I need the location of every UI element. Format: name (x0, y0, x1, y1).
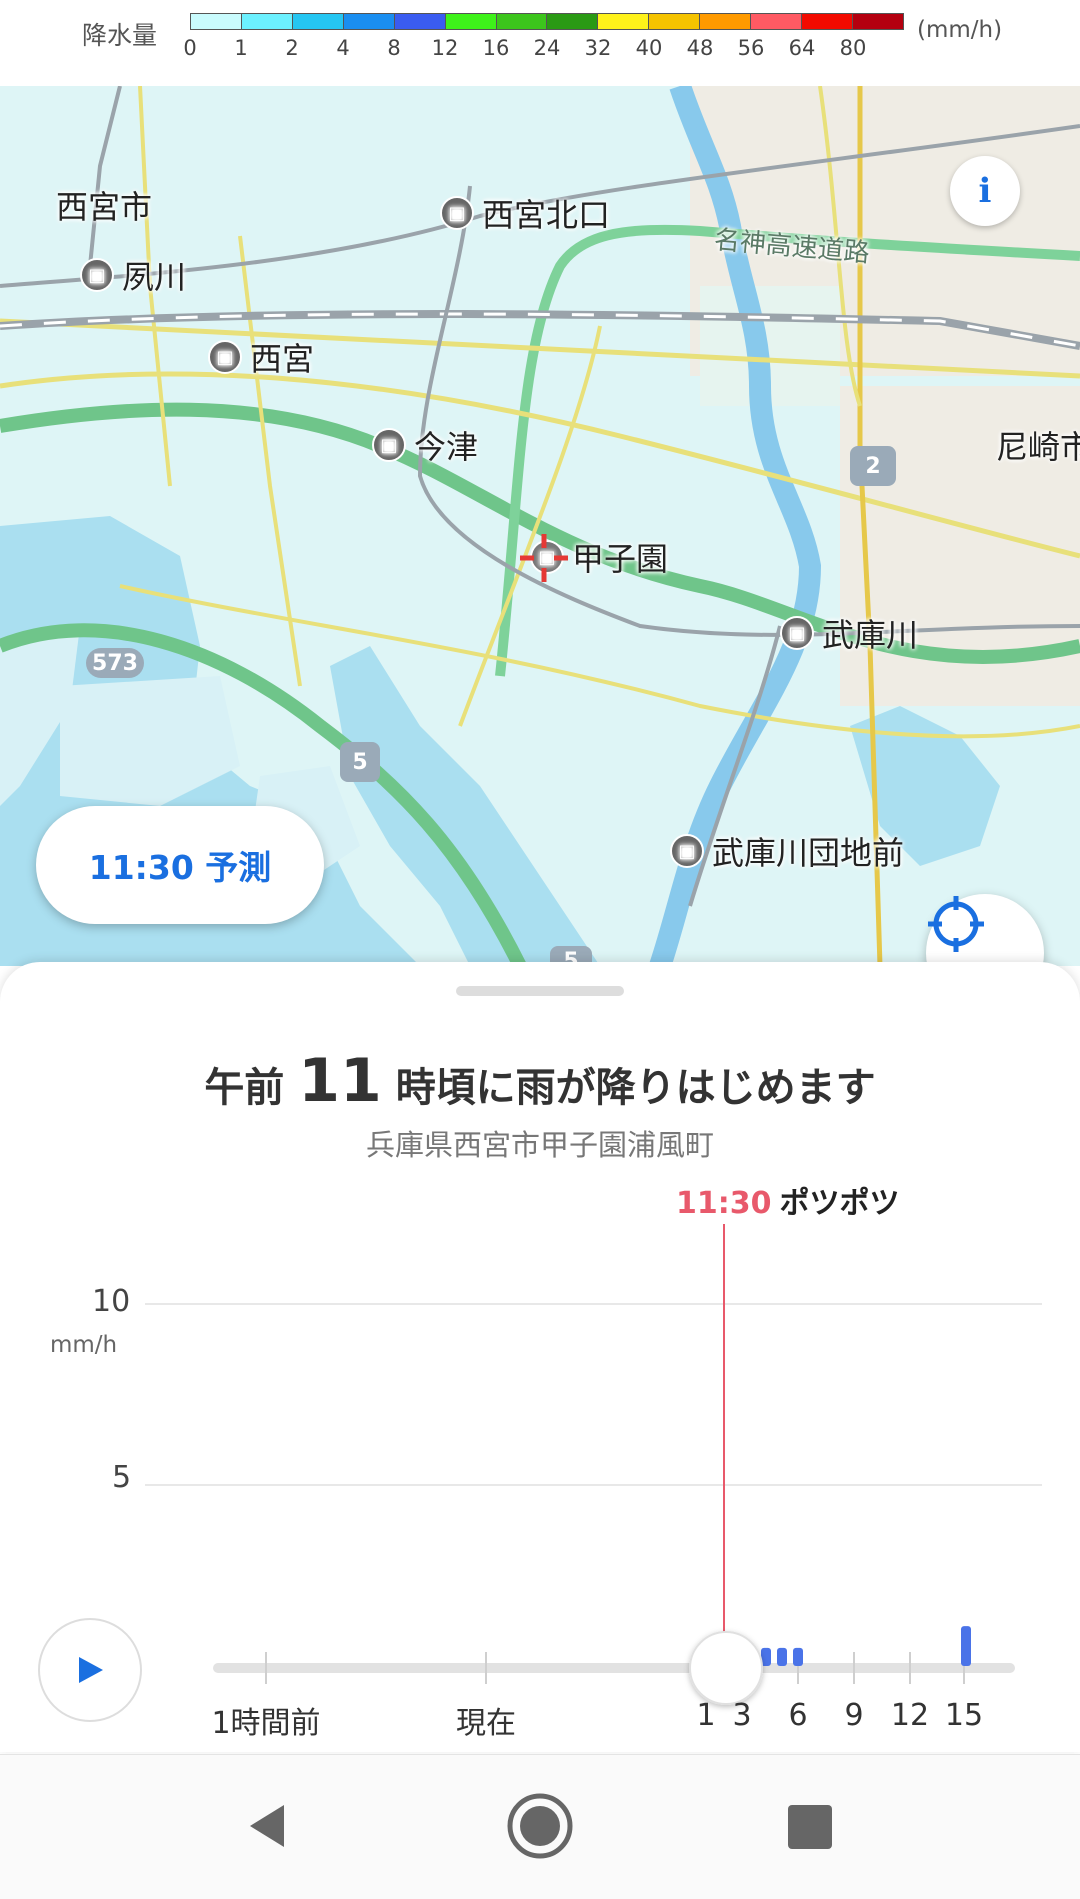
info-button[interactable]: i (950, 156, 1020, 226)
legend-tick-label: 2 (285, 36, 299, 60)
rain-bar (961, 1626, 971, 1666)
forecast-time-label: 11:30 予測 (88, 848, 272, 887)
station-label: 夙川 (122, 258, 187, 296)
legend-unit: (mm/h) (917, 17, 1003, 43)
legend-color-swatch (343, 14, 395, 29)
legend-tick-label: 40 (635, 36, 663, 60)
legend-color-scale (190, 13, 904, 30)
station-label: 甲子園 (572, 540, 669, 578)
x-tick-label: 15 (944, 1698, 984, 1733)
x-tick-label: 12 (890, 1698, 930, 1733)
legend-color-swatch (191, 14, 242, 29)
station-mukogawa-danchimae[interactable]: ▣ 武庫川団地前 (670, 828, 904, 874)
legend-color-swatch (802, 14, 853, 29)
x-tick-label: 1時間前 (211, 1706, 321, 1741)
x-tick-label: 9 (844, 1698, 864, 1733)
play-button[interactable] (38, 1618, 142, 1722)
legend-color-swatch (751, 14, 803, 29)
back-icon[interactable] (244, 1801, 294, 1851)
legend-tick-label: 8 (387, 36, 401, 60)
precipitation-legend: 降水量 0 1 2 4 8 12 16 24 32 40 48 56 64 80 (mm/h) (0, 0, 1080, 86)
station-label: 西宮 (250, 340, 315, 378)
station-label: 今津 (414, 428, 479, 466)
map-label-amagasaki-city: 尼崎市 (996, 428, 1080, 466)
rain-forecast-sheet: 午前 11 時頃に雨が降りはじめます 兵庫県西宮市甲子園浦風町 11:30 ポツポ… (0, 962, 1080, 1752)
station-label: 武庫川 (822, 616, 919, 654)
legend-color-swatch (241, 14, 293, 29)
legend-tick-label: 4 (336, 36, 350, 60)
precipitation-chart (145, 1224, 1042, 1705)
legend-color-swatch (445, 14, 497, 29)
x-tick-label: 1 (696, 1698, 716, 1733)
train-station-icon: ▣ (208, 340, 242, 374)
legend-tick-label: 48 (686, 36, 714, 60)
train-station-icon: ▣ (440, 196, 474, 230)
legend-title: 降水量 (82, 21, 158, 50)
route-shield-2: 2 (850, 446, 896, 486)
legend-color-swatch (852, 14, 903, 29)
station-imazu[interactable]: ▣ 今津 (372, 422, 478, 468)
map-label-nishinomiya-city: 西宮市 (56, 188, 153, 226)
legend-tick-label: 1 (234, 36, 248, 60)
station-label: 西宮北口 (482, 196, 611, 234)
station-nishinomiya[interactable]: ▣ 西宮 (208, 334, 314, 380)
legend-color-swatch (394, 14, 446, 29)
legend-color-swatch (649, 14, 701, 29)
legend-tick-label: 32 (584, 36, 612, 60)
legend-tick-label: 12 (431, 36, 459, 60)
play-icon (79, 1657, 103, 1683)
legend-color-swatch (700, 14, 752, 29)
legend-tick-label: 56 (737, 36, 765, 60)
legend-color-swatch (496, 14, 548, 29)
forecast-time-button[interactable]: 11:30 予測 (36, 806, 324, 924)
route-shield-573: 573 (86, 648, 144, 678)
rain-bar (777, 1647, 787, 1666)
android-navigation-bar (0, 1754, 1080, 1899)
train-station-icon: ▣ (780, 616, 814, 650)
train-station-icon: ▣ (670, 834, 704, 868)
home-icon[interactable] (505, 1791, 575, 1861)
legend-tick-label: 80 (839, 36, 867, 60)
station-mukogawa[interactable]: ▣ 武庫川 (780, 610, 918, 656)
station-shukugawa[interactable]: ▣ 夙川 (80, 252, 186, 298)
x-tick-label: 現在 (456, 1706, 516, 1741)
train-station-icon: ▣ (80, 258, 114, 292)
info-icon: i (978, 171, 992, 211)
rain-bar (793, 1647, 803, 1666)
legend-tick-label: 0 (183, 36, 197, 60)
recents-icon[interactable] (786, 1803, 834, 1851)
x-tick-label: 6 (788, 1698, 808, 1733)
rain-radar-map[interactable]: 西宮市 尼崎市 名神高速道路 ▣ 西宮北口 ▣ 夙川 ▣ 西宮 ▣ 今津 ▣ 甲… (0, 86, 1080, 966)
station-nishinomiya-kitaguchi[interactable]: ▣ 西宮北口 (440, 190, 610, 236)
x-tick-label: 3 (732, 1698, 752, 1733)
legend-color-swatch (598, 14, 650, 29)
legend-tick-label: 16 (482, 36, 510, 60)
legend-color-swatch (292, 14, 344, 29)
timeline-slider-handle[interactable] (689, 1631, 763, 1705)
crosshair-icon (928, 896, 984, 952)
route-shield-5: 5 (340, 742, 380, 782)
selected-location-marker-icon (520, 534, 568, 582)
legend-tick-label: 64 (788, 36, 816, 60)
legend-tick-label: 24 (533, 36, 561, 60)
train-station-icon: ▣ (372, 428, 406, 462)
station-label: 武庫川団地前 (712, 834, 905, 872)
legend-color-swatch (547, 14, 599, 29)
